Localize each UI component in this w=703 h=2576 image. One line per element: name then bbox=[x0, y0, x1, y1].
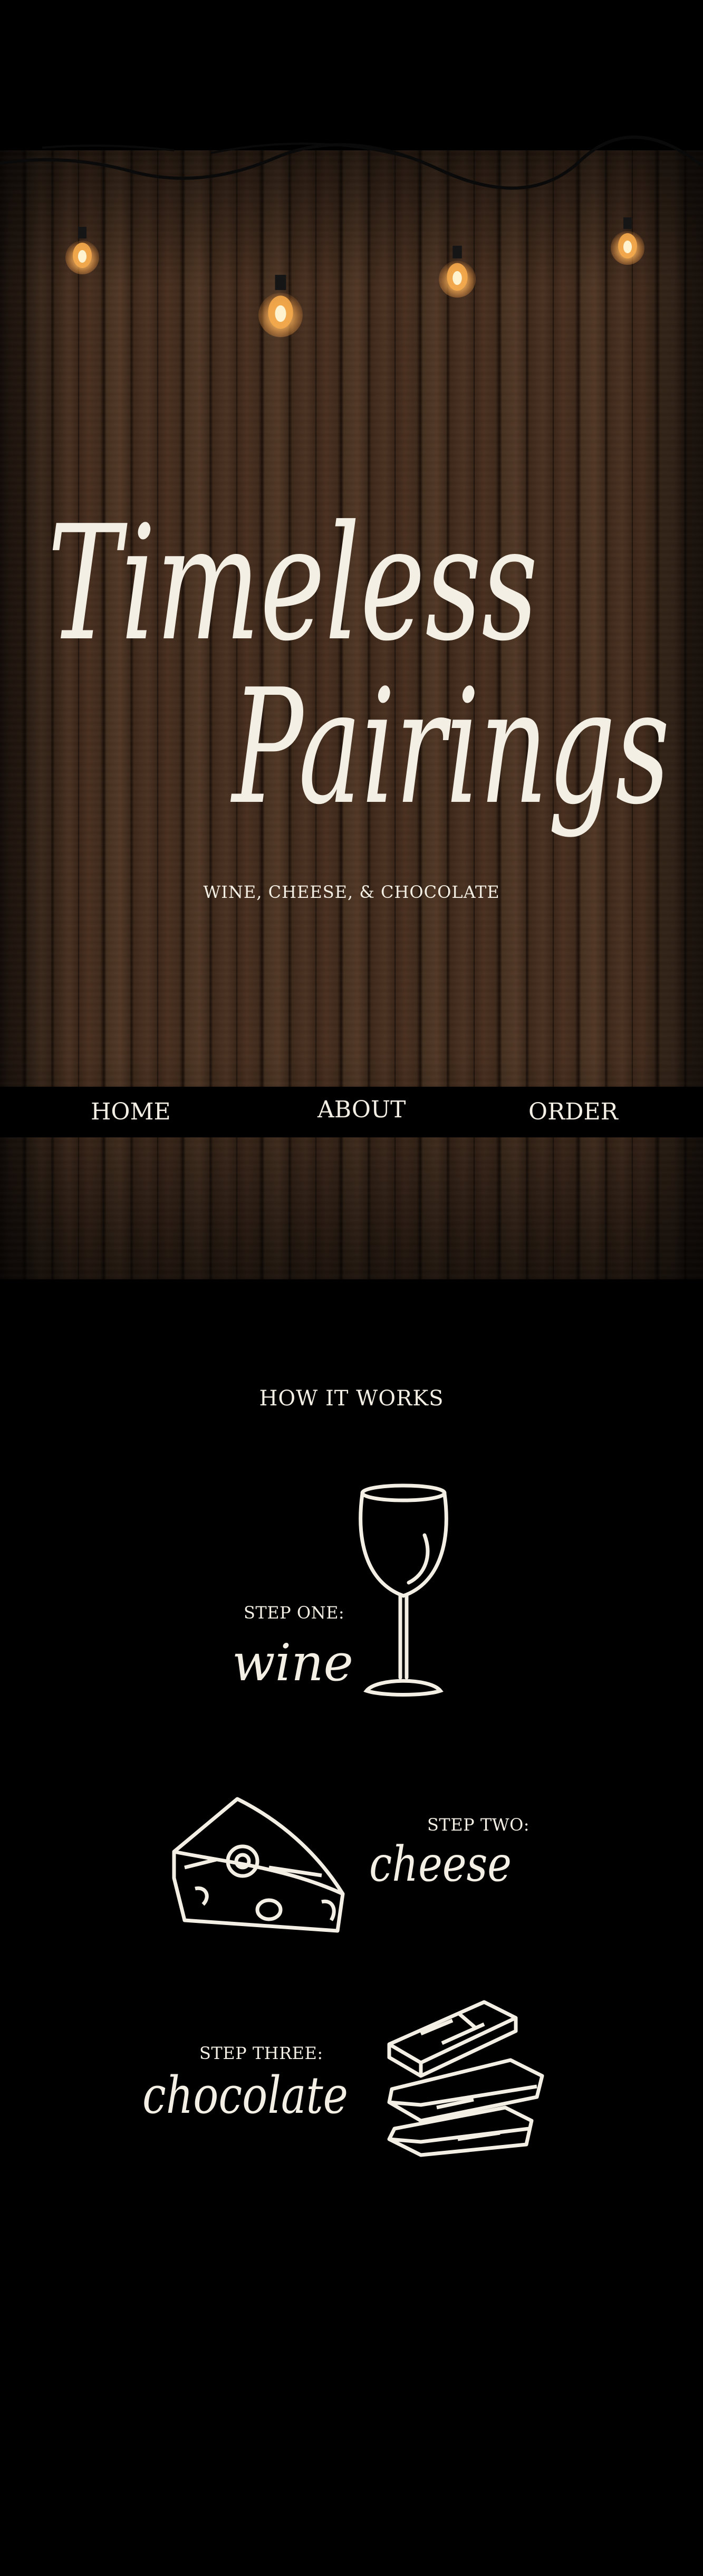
step-one-label: STEP ONE: bbox=[244, 1603, 345, 1623]
cheese-icon bbox=[172, 1797, 345, 1933]
light-bulb-icon bbox=[258, 274, 303, 338]
light-bulb-icon bbox=[439, 245, 476, 298]
step-two-word: cheese bbox=[369, 1836, 512, 1892]
light-bulb-icon bbox=[611, 217, 644, 265]
svg-text:wine: wine bbox=[232, 1633, 353, 1692]
title-line-2: Pairings bbox=[230, 655, 670, 839]
chocolate-bars-icon bbox=[387, 2000, 544, 2157]
how-it-works-heading: HOW IT WORKS bbox=[259, 1386, 444, 1411]
site-title: Timeless Pairings bbox=[47, 492, 670, 839]
svg-text:chocolate: chocolate bbox=[142, 2066, 348, 2125]
main-nav: HOME ABOUT ORDER bbox=[0, 1087, 703, 1137]
svg-text:cheese: cheese bbox=[369, 1836, 512, 1892]
nav-about-link[interactable]: ABOUT bbox=[317, 1085, 406, 1135]
wine-glass-icon bbox=[359, 1483, 448, 1697]
step-one-word: wine bbox=[232, 1633, 353, 1692]
nav-order-link[interactable]: ORDER bbox=[528, 1087, 618, 1137]
hero-tagline: WINE, CHEESE, & CHOCOLATE bbox=[203, 882, 500, 902]
title-line-1: Timeless bbox=[47, 492, 538, 676]
nav-home-link[interactable]: HOME bbox=[91, 1087, 171, 1137]
string-lights-wire bbox=[0, 135, 703, 190]
step-three-word: chocolate bbox=[142, 2066, 348, 2125]
light-bulb-icon bbox=[65, 227, 99, 274]
